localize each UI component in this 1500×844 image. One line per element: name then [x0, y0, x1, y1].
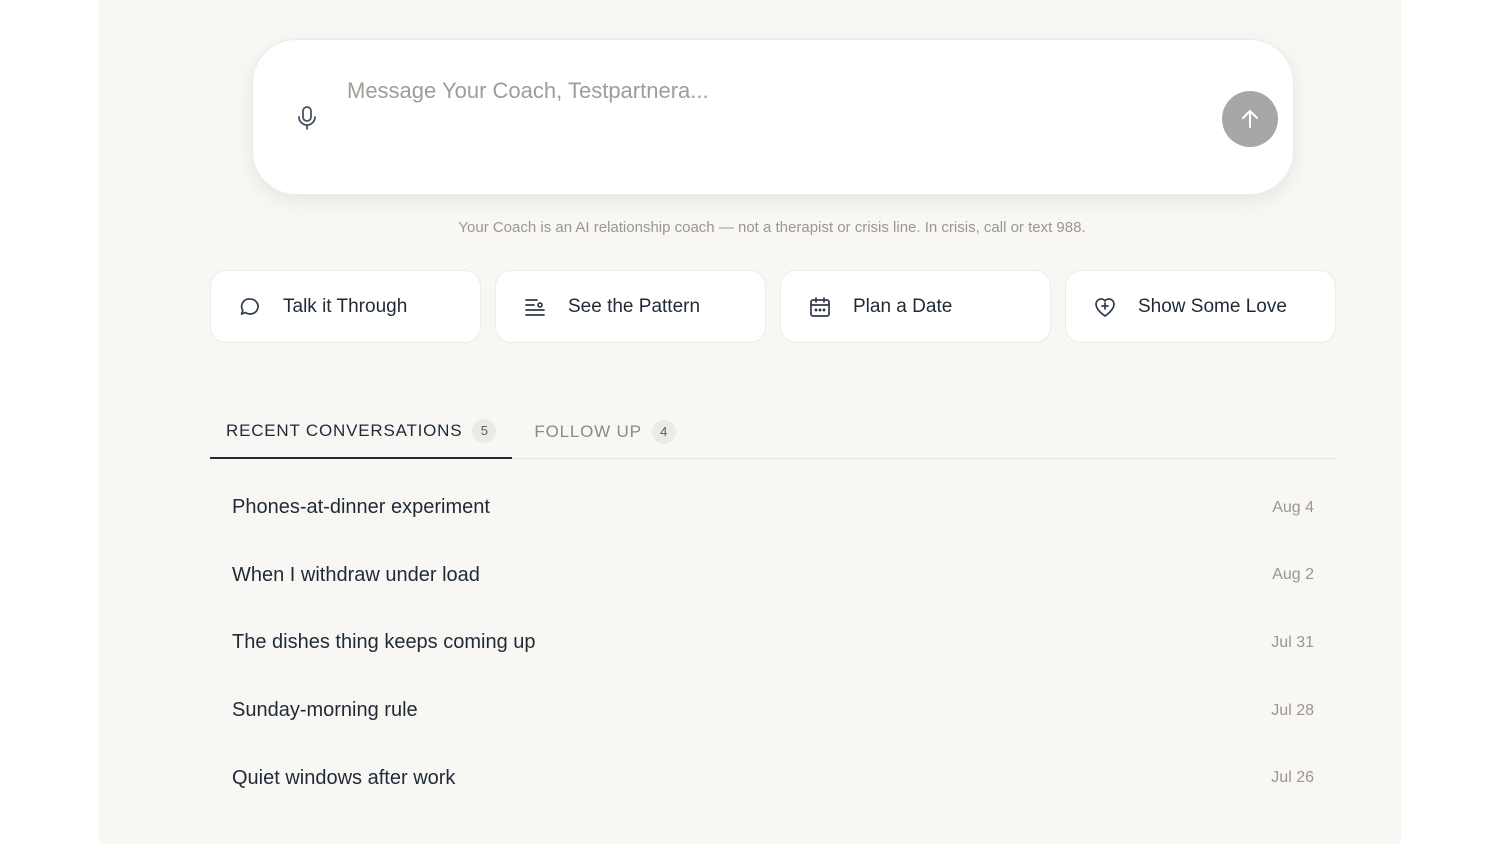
- conversation-title: Sunday-morning rule: [232, 699, 418, 722]
- chat-bubble-icon: [237, 294, 263, 320]
- action-label: Plan a Date: [853, 295, 953, 317]
- list-item[interactable]: Phones-at-dinner experiment Aug 4: [210, 474, 1336, 542]
- tab-recent-conversations[interactable]: RECENT CONVERSATIONS 5: [210, 404, 513, 459]
- list-item[interactable]: The dishes thing keeps coming up Jul 31: [210, 609, 1336, 677]
- microphone-icon: [298, 106, 316, 130]
- quick-actions: Talk it Through See the Pattern Plan a D…: [210, 270, 1336, 343]
- count-badge: 5: [472, 418, 497, 443]
- conversation-title: When I withdraw under load: [232, 563, 480, 586]
- action-label: Show Some Love: [1138, 295, 1287, 317]
- message-input[interactable]: [347, 78, 1187, 118]
- conversation-list: Phones-at-dinner experiment Aug 4 When I…: [210, 474, 1336, 812]
- message-composer: [252, 39, 1294, 195]
- list-item[interactable]: Sunday-morning rule Jul 28: [210, 677, 1336, 745]
- conversation-date: Aug 4: [1272, 498, 1314, 516]
- conversation-date: Jul 26: [1271, 769, 1314, 787]
- arrow-up-icon: [1242, 110, 1258, 128]
- conversation-date: Jul 31: [1271, 633, 1314, 651]
- calendar-icon: [807, 294, 833, 320]
- tab-label: RECENT CONVERSATIONS: [226, 420, 463, 440]
- conversation-title: Quiet windows after work: [232, 766, 456, 789]
- action-label: See the Pattern: [568, 295, 701, 317]
- talk-it-through-button[interactable]: Talk it Through: [210, 270, 481, 343]
- conversation-title: The dishes thing keeps coming up: [232, 631, 536, 654]
- conversation-title: Phones-at-dinner experiment: [232, 496, 490, 519]
- action-label: Talk it Through: [283, 295, 408, 317]
- tab-follow-up[interactable]: FOLLOW UP 4: [518, 404, 691, 459]
- lines-pattern-icon: [522, 294, 548, 320]
- show-some-love-button[interactable]: Show Some Love: [1065, 270, 1336, 343]
- microphone-button[interactable]: [293, 104, 321, 132]
- list-item[interactable]: Quiet windows after work Jul 26: [210, 744, 1336, 812]
- coach-home-page: Your Coach is an AI relationship coach —…: [99, 0, 1401, 844]
- count-badge: 4: [651, 419, 676, 444]
- plan-a-date-button[interactable]: Plan a Date: [780, 270, 1051, 343]
- list-item[interactable]: When I withdraw under load Aug 2: [210, 542, 1336, 610]
- conversation-date: Jul 28: [1271, 701, 1314, 719]
- conversation-date: Aug 2: [1272, 566, 1314, 584]
- ai-disclaimer: Your Coach is an AI relationship coach —…: [458, 219, 1086, 236]
- tab-label: FOLLOW UP: [534, 421, 642, 441]
- send-button[interactable]: [1222, 91, 1278, 147]
- conversation-tabs: RECENT CONVERSATIONS 5 FOLLOW UP 4: [210, 404, 1336, 459]
- heart-plus-icon: [1092, 294, 1118, 320]
- see-the-pattern-button[interactable]: See the Pattern: [495, 270, 766, 343]
